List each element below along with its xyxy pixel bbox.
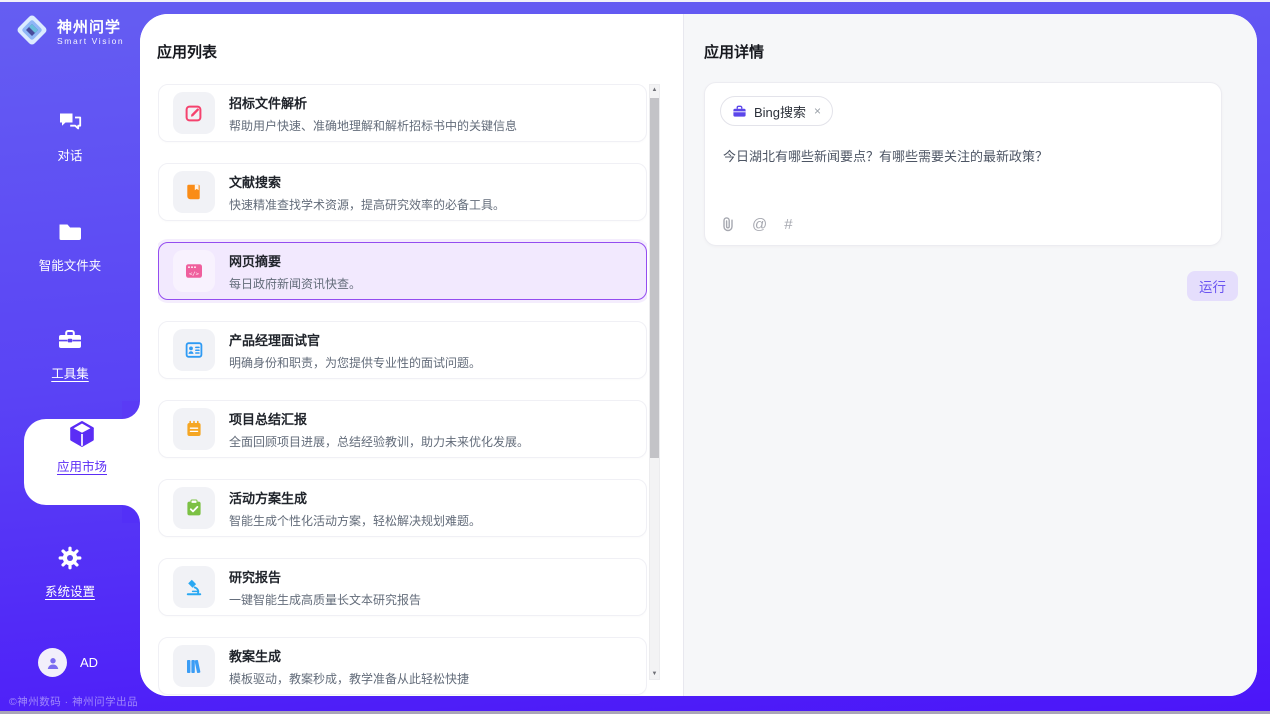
id-person-icon [173,329,215,371]
app-card-literature-search[interactable]: 文献搜索快速精准查找学术资源，提高研究效率的必备工具。 [158,163,647,221]
app-description: 帮助用户快速、准确地理解和解析招标书中的关键信息 [229,117,517,134]
app-title: 项目总结汇报 [229,409,529,428]
bubble-notch-top [122,401,140,419]
bubble-notch-bottom [122,505,140,523]
hash-icon[interactable]: # [784,217,792,232]
scrollbar-thumb[interactable] [650,98,659,458]
scroll-down-icon[interactable]: ▼ [650,669,659,679]
brand: 神州问学 Smart Vision [15,13,124,52]
query-card[interactable]: Bing搜索 × 今日湖北有哪些新闻要点？有哪些需要关注的最新政策？ @ # [704,82,1222,246]
mention-icon[interactable]: @ [752,217,767,232]
app-title: 活动方案生成 [229,488,481,507]
app-card-project-summary[interactable]: 项目总结汇报全面回顾项目进展，总结经验教训，助力未来优化发展。 [158,400,647,458]
app-description: 快速精准查找学术资源，提高研究效率的必备工具。 [229,196,505,213]
books-icon [173,645,215,687]
sidebar-item-label: 系统设置 [45,581,95,600]
sidebar-item-label: 对话 [57,145,82,164]
toolbox-icon [56,326,84,354]
avatar [38,648,67,677]
app-list-scrollbar[interactable]: ▲ ▼ [649,84,660,680]
svg-text:</>: </> [189,272,200,278]
sidebar-item-chat[interactable]: 对话 [0,108,140,164]
run-button[interactable]: 运行 [1187,271,1238,301]
app-card-lesson-plan[interactable]: 教案生成模板驱动，教案秒成，教学准备从此轻松快捷 [158,637,647,695]
gear-icon [56,544,84,572]
microscope-icon [173,566,215,608]
app-title: 教案生成 [229,646,469,665]
sidebar: 神州问学 Smart Vision 对话智能文件夹工具集系统设置 应用市场 AD… [0,0,140,714]
active-nav-bubble: 应用市场 [24,419,140,505]
sidebar-item-label: 工具集 [51,363,89,382]
brand-subtitle: Smart Vision [57,36,124,46]
app-detail-title: 应用详情 [704,41,764,62]
copyright-text: ©神州数码 · 神州问学出品 [9,694,138,709]
brand-name: 神州问学 [57,19,124,36]
chat-icon [56,108,84,136]
query-text[interactable]: 今日湖北有哪些新闻要点？有哪些需要关注的最新政策？ [723,147,1205,166]
sidebar-item-label: 应用市场 [57,456,107,475]
browser-icon: </> [173,250,215,292]
app-title: 研究报告 [229,567,421,586]
clipboard-check-icon [173,487,215,529]
sidebar-item-label: 智能文件夹 [39,255,102,274]
notepad-icon [173,408,215,450]
sidebar-item-app-market[interactable]: 应用市场 [24,419,140,475]
book-icon [173,171,215,213]
app-card-web-summary[interactable]: </> 网页摘要每日政府新闻资讯快查。 [158,242,647,300]
app-description: 每日政府新闻资讯快查。 [229,275,361,292]
app-card-event-plan[interactable]: 活动方案生成智能生成个性化活动方案，轻松解决规划难题。 [158,479,647,537]
app-description: 一键智能生成高质量长文本研究报告 [229,591,421,608]
app-card-research-report[interactable]: 研究报告一键智能生成高质量长文本研究报告 [158,558,647,616]
sidebar-item-smart-folders[interactable]: 智能文件夹 [0,218,140,274]
briefcase-icon [732,104,747,119]
app-title: 招标文件解析 [229,93,517,112]
app-list-title: 应用列表 [157,41,217,62]
paperclip-icon[interactable] [721,216,735,232]
app-description: 智能生成个性化活动方案，轻松解决规划难题。 [229,512,481,529]
tool-tag-bing-search[interactable]: Bing搜索 × [720,96,833,126]
app-description: 模板驱动，教案秒成，教学准备从此轻松快捷 [229,670,469,687]
app-title: 网页摘要 [229,251,361,270]
doc-edit-icon [173,92,215,134]
user-account[interactable]: AD [38,648,98,677]
app-card-pm-interviewer[interactable]: 产品经理面试官明确身份和职责，为您提供专业性的面试问题。 [158,321,647,379]
cube-icon [67,419,97,449]
app-description: 全面回顾项目进展，总结经验教训，助力未来优化发展。 [229,433,529,450]
app-list-panel: 应用列表 招标文件解析帮助用户快速、准确地理解和解析招标书中的关键信息文献搜索快… [140,14,683,696]
brand-logo-icon [15,13,49,52]
remove-tool-icon[interactable]: × [814,104,821,118]
app-title: 文献搜索 [229,172,505,191]
sidebar-item-settings[interactable]: 系统设置 [0,544,140,600]
main-content: 应用列表 招标文件解析帮助用户快速、准确地理解和解析招标书中的关键信息文献搜索快… [140,14,1257,696]
scroll-up-icon[interactable]: ▲ [650,85,659,95]
app-list: 招标文件解析帮助用户快速、准确地理解和解析招标书中的关键信息文献搜索快速精准查找… [158,84,647,696]
app-description: 明确身份和职责，为您提供专业性的面试问题。 [229,354,481,371]
folder-icon [56,218,84,246]
tool-tag-label: Bing搜索 [754,102,806,121]
sidebar-item-toolset[interactable]: 工具集 [0,326,140,382]
user-initials: AD [80,655,98,670]
app-card-bid-analysis[interactable]: 招标文件解析帮助用户快速、准确地理解和解析招标书中的关键信息 [158,84,647,142]
composer-toolbar: @ # [721,216,793,232]
app-title: 产品经理面试官 [229,330,481,349]
app-detail-panel: 应用详情 Bing搜索 × 今日湖北有哪些新闻要点？有哪些需要关注的最新政策？ [683,14,1257,696]
